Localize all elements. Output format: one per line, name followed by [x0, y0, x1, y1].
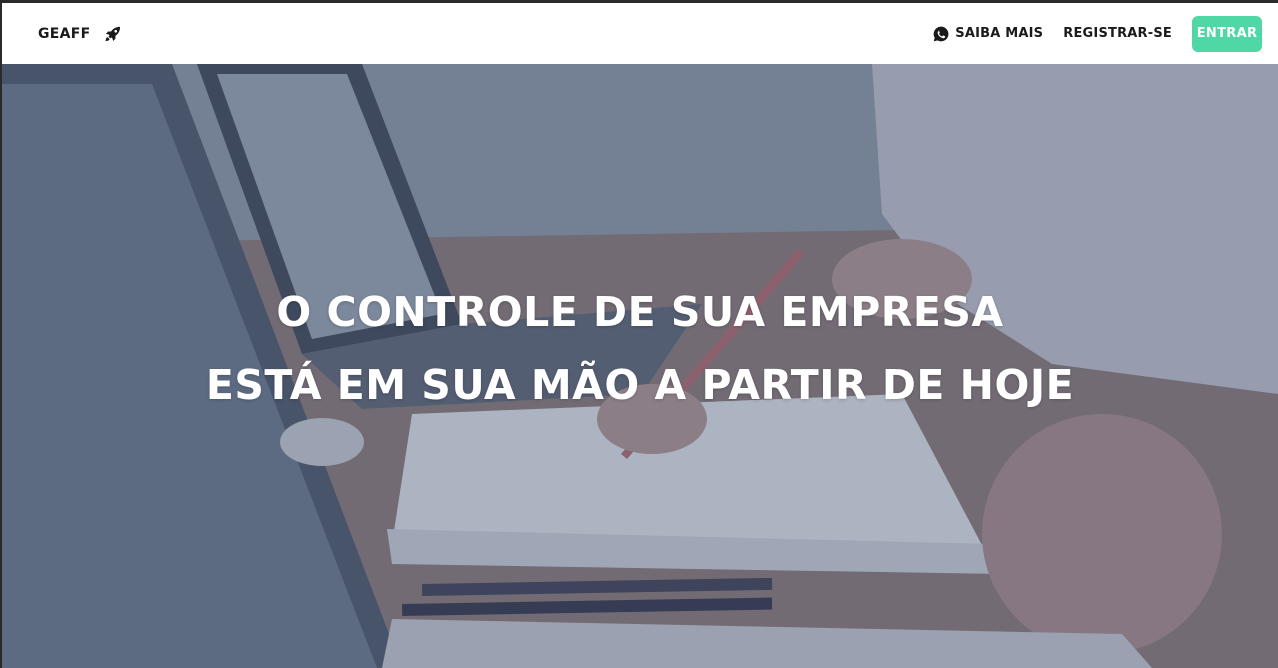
- brand-link[interactable]: GEAFF: [38, 3, 123, 64]
- rocket-icon: [105, 26, 120, 41]
- whatsapp-icon: [933, 26, 949, 41]
- brand-label: GEAFF: [38, 25, 91, 42]
- hero-banner: O CONTROLE DE SUA EMPRESA ESTÁ EM SUA MÃ…: [2, 64, 1278, 668]
- registrar-link[interactable]: REGISTRAR-SE: [1063, 26, 1172, 41]
- nav-menu: SAIBA MAIS REGISTRAR-SE ENTRAR: [912, 3, 1262, 64]
- saiba-mais-label: SAIBA MAIS: [955, 26, 1044, 41]
- hero-headline: O CONTROLE DE SUA EMPRESA ESTÁ EM SUA MÃ…: [2, 276, 1278, 422]
- registrar-label: REGISTRAR-SE: [1063, 26, 1172, 41]
- navbar: GEAFF SAIBA MAIS REGISTRAR-SE ENTRAR: [2, 3, 1278, 64]
- login-button[interactable]: ENTRAR: [1192, 15, 1262, 52]
- saiba-mais-link[interactable]: SAIBA MAIS: [932, 25, 1043, 43]
- hero-headline-line1: O CONTROLE DE SUA EMPRESA: [276, 288, 1004, 336]
- hero-headline-line2: ESTÁ EM SUA MÃO A PARTIR DE HOJE: [205, 361, 1075, 409]
